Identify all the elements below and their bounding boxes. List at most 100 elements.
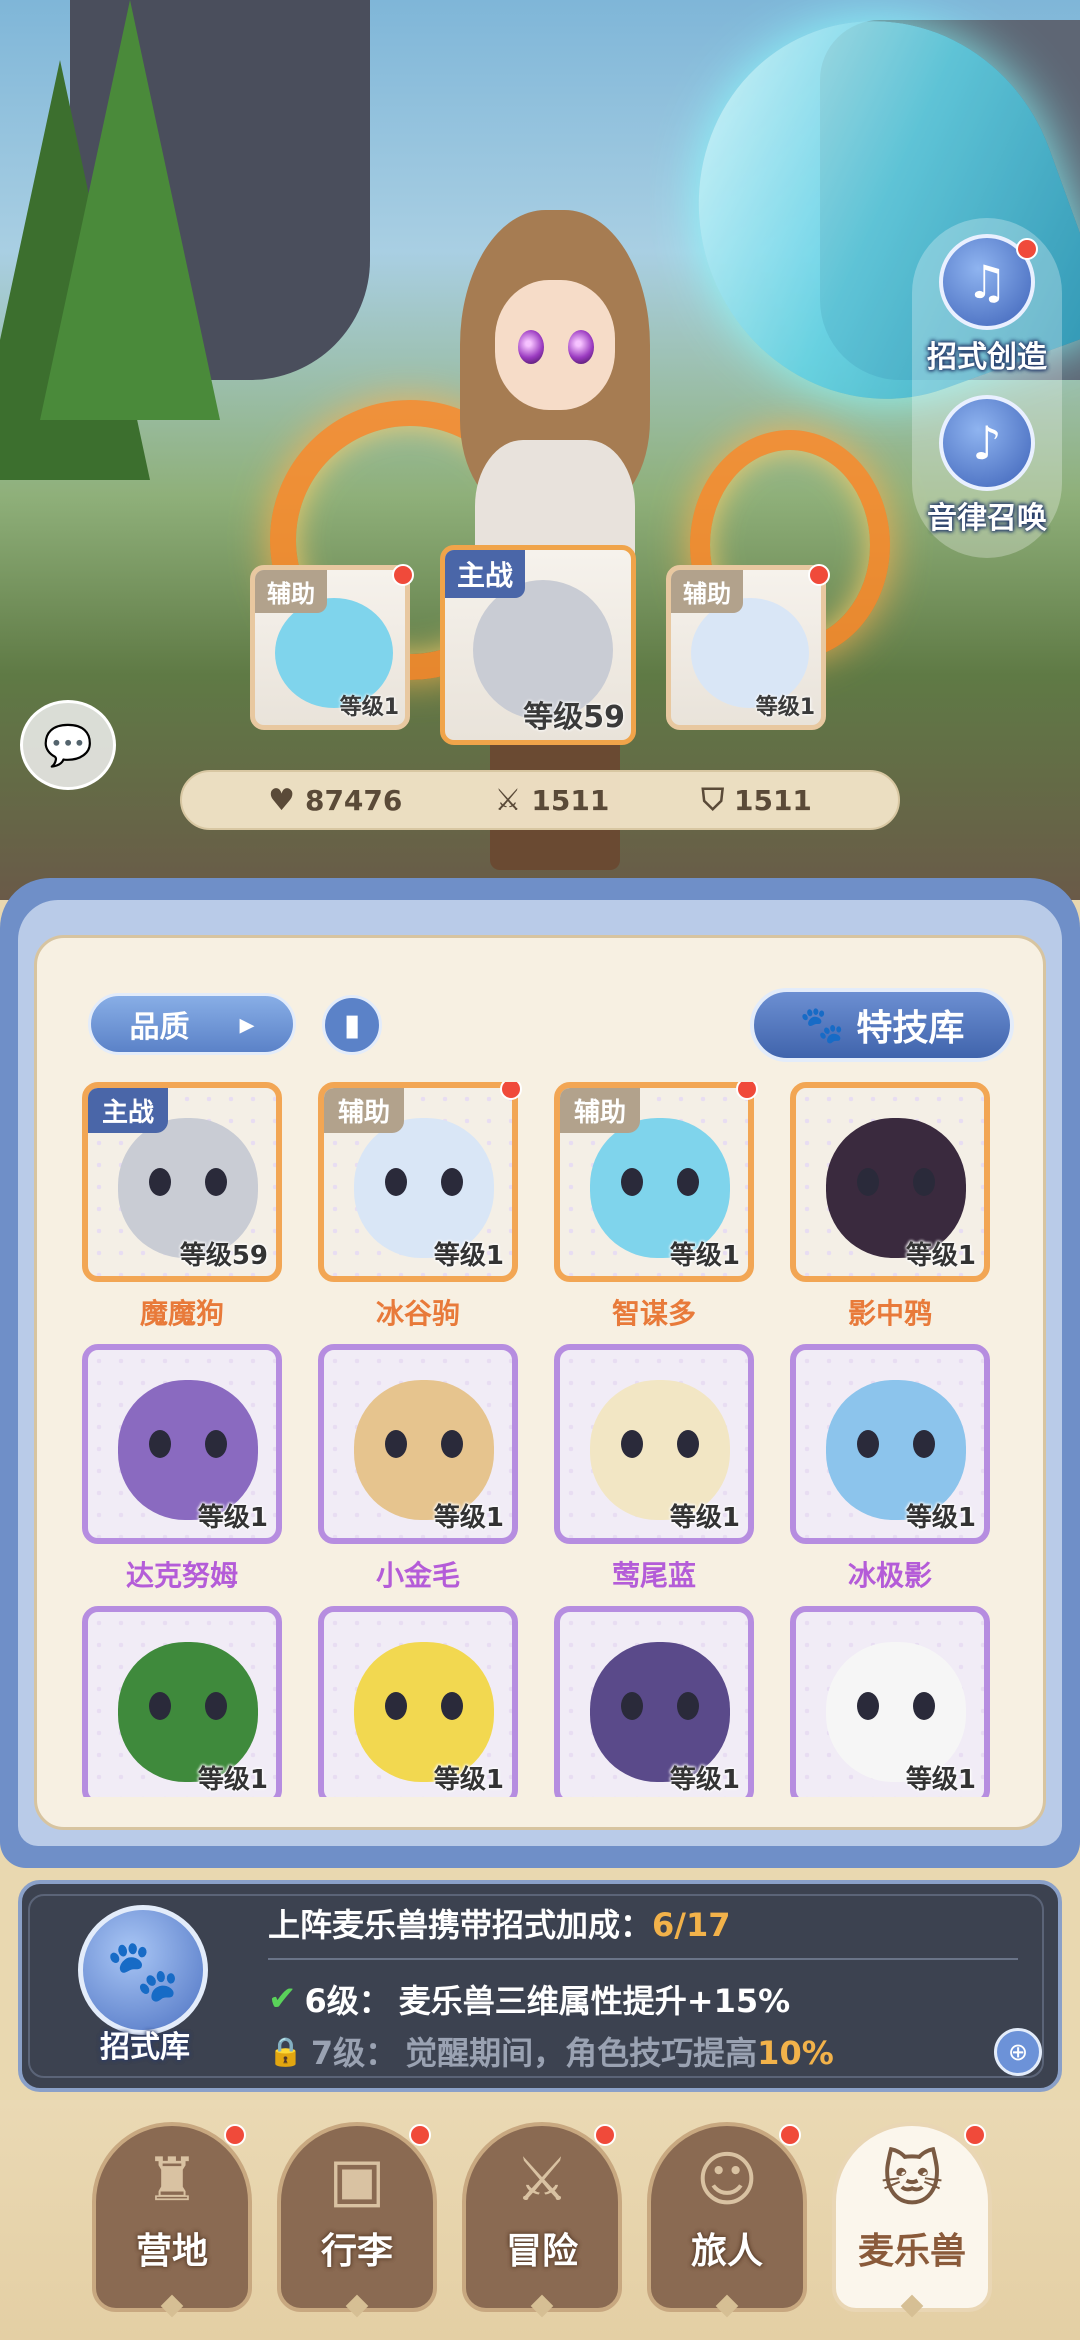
pet-name: 智谋多: [611, 1297, 696, 1330]
nav-tab[interactable]: ♜ 营地: [92, 2122, 252, 2318]
pet-role-tag: 辅助: [324, 1088, 405, 1133]
pet-card[interactable]: 等级1 影中鸦: [790, 1082, 990, 1342]
pet-role-tag: 辅助: [560, 1088, 641, 1133]
pet-level: 等级1: [905, 1503, 976, 1533]
chevron-right-icon: ▸: [239, 1006, 255, 1042]
pet-level: 等级1: [905, 1765, 976, 1795]
chat-button[interactable]: 💬: [20, 700, 116, 790]
skill-library-button[interactable]: 🐾 特技库: [750, 988, 1014, 1062]
pet-name: 魔魔狗: [139, 1297, 224, 1330]
magnifier-icon: ⊕: [1007, 2038, 1029, 2066]
pet-level: 等级1: [433, 1503, 504, 1533]
pet-name: 莺尾蓝: [611, 1559, 696, 1592]
divider: [268, 1958, 1018, 1960]
bonus-title: 上阵麦乐兽携带招式加成：6/17: [268, 1906, 731, 1944]
checkmark-icon: ✔: [268, 1979, 297, 2019]
bonus-tier-unlocked: ✔ 6级： 麦乐兽三维属性提升+15%: [268, 1979, 791, 2020]
notification-dot: [500, 1082, 522, 1100]
heart-icon: ♥: [268, 782, 295, 818]
character-icon: ☺: [695, 2145, 759, 2215]
shield-icon: ⛉: [701, 782, 724, 818]
pet-card[interactable]: 等级1: [790, 1606, 990, 1797]
nav-tab-label: 旅人: [690, 2231, 763, 2272]
castle-icon: ♜: [145, 2145, 199, 2215]
pet-card[interactable]: 等级1: [554, 1606, 754, 1797]
pet-card[interactable]: 等级1 达克努姆: [82, 1344, 282, 1604]
notification-dot: [779, 2124, 801, 2146]
pet-name: 影中鸦: [847, 1297, 932, 1330]
nav-tab-label: 营地: [135, 2231, 208, 2272]
pet-card[interactable]: 等级1 冰极影: [790, 1344, 990, 1604]
pet-card[interactable]: 等级1: [318, 1606, 518, 1797]
paw-star-icon: 🐾: [105, 1935, 181, 2006]
chat-bubble-icon: 💬: [43, 722, 93, 769]
pet-level: 等级59: [179, 1241, 268, 1271]
zoom-details-button[interactable]: ⊕: [994, 2028, 1042, 2076]
pet-name: 小金毛: [375, 1559, 460, 1592]
pet-level: 等级1: [669, 1765, 740, 1795]
pet-card-frame: 等级1: [790, 1344, 990, 1544]
pet-card-frame: 辅助等级1: [318, 1082, 518, 1282]
pet-card-frame: 等级1: [790, 1606, 990, 1797]
pet-level: 等级1: [669, 1241, 740, 1271]
hp-stat: ♥ 87476: [268, 782, 403, 818]
notification-dot: [224, 2124, 246, 2146]
pet-card-frame: 等级1: [554, 1606, 754, 1797]
pet-card-frame: 辅助等级1: [554, 1082, 754, 1282]
pet-role-tag: 主战: [88, 1088, 169, 1133]
bonus-tier-locked: 🔒 7级： 觉醒期间，角色技巧提高10%: [268, 2034, 834, 2072]
lyre-icon: ♪: [939, 395, 1035, 491]
pet-level: 等级1: [197, 1503, 268, 1533]
pet-card-frame: 等级1: [82, 1606, 282, 1797]
attack-stat: ⚔ 1511: [494, 782, 610, 818]
crossed-swords-icon: ⚔: [494, 782, 522, 818]
nav-tab[interactable]: ▣ 行李: [277, 2122, 437, 2318]
defense-stat: ⛉ 1511: [701, 782, 812, 818]
notification-dot: [594, 2124, 616, 2146]
pet-card-frame: 等级1: [318, 1606, 518, 1797]
formation-slot-main[interactable]: 主战 等级59: [440, 545, 636, 745]
pet-level: 等级1: [669, 1503, 740, 1533]
pet-card[interactable]: 主战等级59 魔魔狗: [82, 1082, 282, 1342]
nav-tab[interactable]: 🐱 麦乐兽: [832, 2122, 992, 2318]
pet-level: 等级1: [433, 1765, 504, 1795]
lock-icon: 🔒: [268, 2034, 303, 2068]
pet-cat-icon: 🐱: [880, 2145, 944, 2215]
pet-card[interactable]: 辅助等级1 智谋多: [554, 1082, 758, 1342]
pet-card-frame: 主战等级59: [82, 1082, 282, 1282]
pet-level: 等级1: [905, 1241, 976, 1271]
formation-slot-support-left[interactable]: 辅助 等级1: [250, 565, 410, 730]
notification-dot: [392, 564, 414, 586]
pet-card[interactable]: 辅助等级1 冰谷驹: [318, 1082, 522, 1342]
nav-tab[interactable]: ☺ 旅人: [647, 2122, 807, 2318]
nav-tab[interactable]: ⚔ 冒险: [462, 2122, 622, 2318]
move-create-button[interactable]: ♫ 招式创造: [912, 234, 1062, 376]
pet-card-frame: 等级1: [82, 1344, 282, 1544]
pet-card-frame: 等级1: [554, 1344, 754, 1544]
paw-icon: 🐾: [799, 1005, 845, 1046]
team-stats-bar: ♥ 87476 ⚔ 1511 ⛉ 1511: [180, 770, 900, 830]
pet-grid: 主战 等级59 魔魔狗 辅助 等级1 冰谷驹 辅助 等级1 智谋多 等级1 影中鸦 等级1 达克努姆 等级…: [82, 1082, 1002, 1797]
nav-tab-label: 冒险: [505, 2231, 578, 2272]
pet-card-frame: 等级1: [318, 1344, 518, 1544]
formation-slot-support-right[interactable]: 辅助 等级1: [666, 565, 826, 730]
pet-name: 冰极影: [847, 1559, 932, 1592]
book-icon: ▮: [343, 1007, 361, 1043]
pet-card[interactable]: 等级1 小金毛: [318, 1344, 518, 1604]
pet-name: 冰谷驹: [375, 1297, 460, 1330]
bonus-progress: 6/17: [652, 1906, 731, 1944]
pet-card[interactable]: 等级1 莺尾蓝: [554, 1344, 754, 1604]
notification-dot: [409, 2124, 431, 2146]
crossed-swords-icon: ⚔: [515, 2145, 569, 2215]
pet-card-frame: 等级1: [790, 1082, 990, 1282]
quality-sort-button[interactable]: 品质 ▸: [88, 993, 296, 1055]
nav-tab-label: 麦乐兽: [857, 2231, 966, 2272]
pet-name: 达克努姆: [125, 1559, 238, 1592]
rhythm-summon-button[interactable]: ♪ 音律召唤: [912, 395, 1062, 537]
handbook-button[interactable]: ▮: [322, 995, 382, 1055]
move-library-button[interactable]: 🐾: [78, 1905, 208, 2035]
pet-card[interactable]: 等级1: [82, 1606, 282, 1797]
pet-level: 等级1: [433, 1241, 504, 1271]
pine-tree: [40, 0, 220, 420]
notification-dot: [808, 564, 830, 586]
